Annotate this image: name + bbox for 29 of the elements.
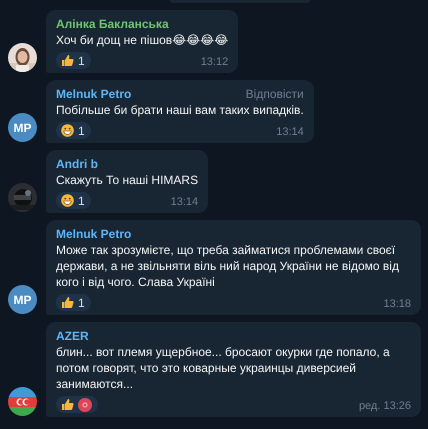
message-text: Побільше би брати наші вам таких випадків. xyxy=(56,102,304,118)
author-name: Алінка Бакланська xyxy=(56,16,169,32)
reaction-chip[interactable]: 1 xyxy=(56,294,91,311)
avatar: MP xyxy=(8,113,37,142)
author-name: Melnuk Petro xyxy=(56,226,132,242)
message-text: блин... вот племя ущербное... бросают окурки где попало, а потом говорят, что это коварные украинцы диверсией занимаются... xyxy=(56,344,391,392)
message-time: ред. 13:26 xyxy=(358,399,411,413)
author-name: Melnuk Petro xyxy=(56,86,132,102)
author-name: Andri b xyxy=(56,156,98,172)
grinning-face-icon xyxy=(61,124,74,137)
message-time: 13:12 xyxy=(200,55,228,69)
reaction-chip[interactable] xyxy=(56,396,98,413)
message-text: Скажуть То наші HIMARS xyxy=(56,172,198,188)
flag-icon xyxy=(8,387,37,416)
avatar: MP xyxy=(8,285,37,314)
reaction-chip[interactable]: 1 xyxy=(56,52,91,69)
thumbs-up-icon xyxy=(61,54,74,67)
message-text: Може так зрозумієте, що треба займатися проблемами своєї держави, а не звільняти віль ний народ України не відомо від кого і від чого. Слава Україні xyxy=(56,242,400,290)
reaction-chip[interactable]: 1 xyxy=(56,192,91,209)
message-time: 13:14 xyxy=(276,125,304,139)
message-time: 13:14 xyxy=(170,195,198,209)
message-text: Хоч би дощ не пішов😂😂😂😂 xyxy=(56,32,228,48)
grinning-face-icon xyxy=(61,194,74,207)
thumbs-up-icon xyxy=(61,296,74,309)
thumbs-up-icon xyxy=(61,398,74,411)
author-name: AZER xyxy=(56,328,89,344)
reply-link[interactable]: Відповісти xyxy=(246,86,304,102)
message-time: 13:18 xyxy=(383,297,411,311)
reaction-chip[interactable]: 1 xyxy=(56,122,91,139)
